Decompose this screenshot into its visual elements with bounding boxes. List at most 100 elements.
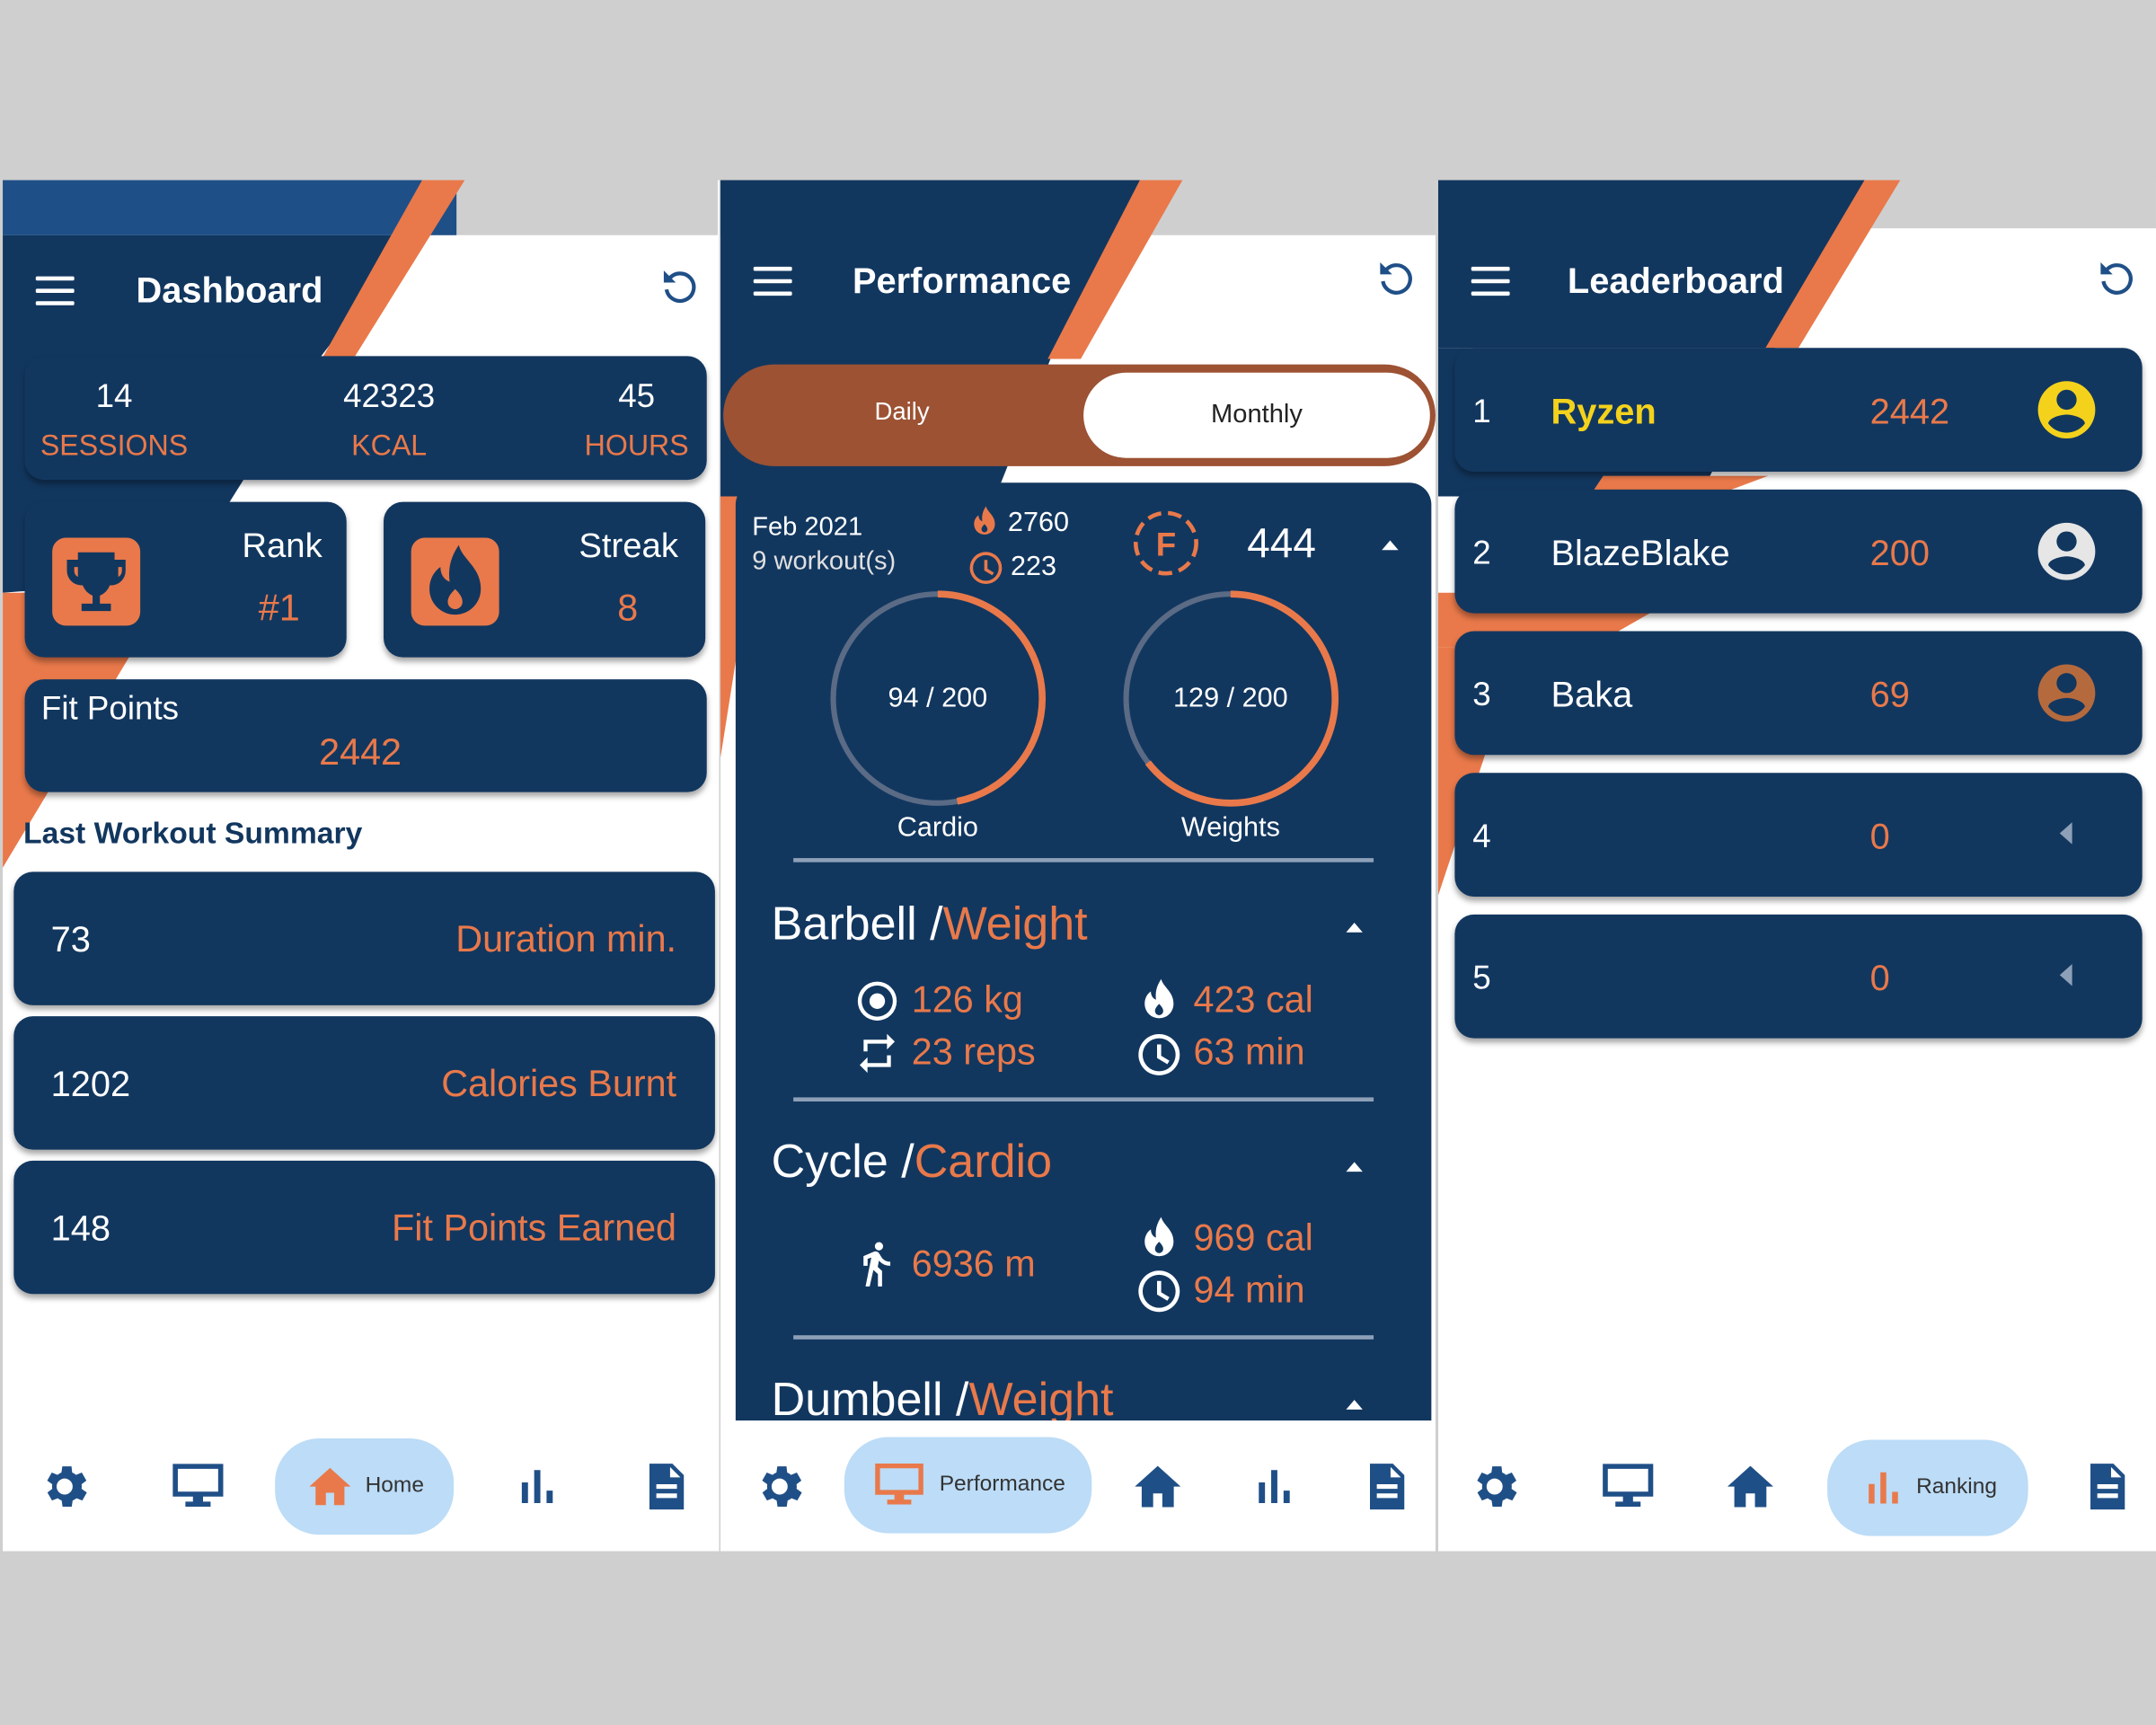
nav-performance[interactable]	[156, 1446, 239, 1528]
collapse-chevron-icon[interactable]	[1346, 1162, 1363, 1172]
nav-log[interactable]	[1356, 1446, 1416, 1528]
row-rank: 1	[1472, 393, 1491, 431]
total-calories: 2760	[1007, 507, 1070, 538]
leaderboard-row-1[interactable]: 1 Ryzen 2442	[1454, 348, 2143, 472]
month-label: Feb 2021	[752, 512, 863, 543]
running-icon	[851, 1239, 900, 1288]
summary-row-calories: 1202 Calories Burnt	[13, 1016, 715, 1150]
clock-icon	[967, 549, 1005, 588]
nav-settings[interactable]	[1463, 1446, 1526, 1528]
cardio-ring-value: 94 / 200	[888, 683, 988, 714]
nav-home-label: Home	[365, 1473, 424, 1498]
sessions-value: 14	[95, 377, 133, 416]
cardio-label: Cardio	[897, 812, 978, 844]
document-icon	[638, 1459, 693, 1514]
collapse-chevron-icon[interactable]	[1382, 540, 1399, 551]
leaderboard-row-4[interactable]: 4 0	[1454, 773, 2143, 897]
barbell-weight: 126 kg	[911, 978, 1023, 1021]
row-points: 200	[1869, 532, 1931, 574]
summary-row-fit-points: 148 Fit Points Earned	[13, 1160, 715, 1295]
cycle-calories: 969 cal	[1193, 1216, 1313, 1259]
clock-icon	[1135, 1030, 1184, 1079]
leaderboard-row-2[interactable]: 2 BlazeBlake 200	[1454, 489, 2143, 614]
avatar-icon	[2032, 659, 2101, 728]
leaderboard-screen: Leaderboard 1 Ryzen 2442 2 BlazeBlake 20…	[1438, 180, 2156, 1552]
hamburger-menu-icon[interactable]	[753, 266, 792, 297]
nav-performance[interactable]	[1586, 1446, 1669, 1528]
gear-icon	[37, 1459, 92, 1514]
row-rank: 3	[1472, 677, 1491, 714]
period-toggle: Daily Monthly	[723, 364, 1436, 466]
rank-card[interactable]: Rank #1	[24, 501, 347, 658]
refresh-icon[interactable]	[2096, 257, 2137, 298]
divider	[793, 858, 1374, 862]
hours-value: 45	[618, 377, 656, 416]
exercise-type: Weight	[942, 898, 1088, 951]
streak-card[interactable]: Streak 8	[384, 501, 706, 658]
barbell-reps: 23 reps	[911, 1031, 1036, 1073]
workout-count: 9 workout(s)	[752, 547, 897, 577]
nav-home[interactable]: Home	[275, 1438, 455, 1535]
row-name: Baka	[1551, 673, 1633, 715]
hamburger-menu-icon[interactable]	[35, 276, 75, 307]
document-icon	[1358, 1459, 1413, 1514]
hamburger-menu-icon[interactable]	[1471, 266, 1510, 297]
leaderboard-row-3[interactable]: 3 Baka 69	[1454, 631, 2143, 756]
fit-points-label: Fit Points	[40, 690, 180, 728]
flame-icon	[411, 537, 499, 626]
total-time: 223	[1010, 551, 1057, 582]
hours-label: HOURS	[584, 430, 689, 463]
exercise-name: Barbell /	[771, 898, 943, 951]
barbell-calories: 423 cal	[1193, 978, 1313, 1021]
gear-icon	[752, 1459, 807, 1514]
row-rank: 5	[1472, 960, 1491, 997]
document-icon	[2079, 1459, 2134, 1514]
divider	[793, 1097, 1374, 1102]
collapse-chevron-icon[interactable]	[1346, 923, 1363, 933]
kcal-value: 42323	[343, 377, 436, 416]
refresh-icon[interactable]	[1375, 257, 1417, 298]
fit-points-logo-icon: F	[1133, 510, 1198, 576]
nav-ranking[interactable]	[1243, 1446, 1303, 1528]
nav-log[interactable]	[635, 1446, 695, 1528]
leaderboard-row-5[interactable]: 5 0	[1454, 914, 2143, 1039]
gear-icon	[1467, 1459, 1522, 1514]
monitor-icon	[1598, 1456, 1658, 1517]
exercise-title-barbell: Barbell /Weight	[772, 898, 1088, 951]
streak-value: 8	[617, 587, 639, 629]
bar-chart-icon	[1859, 1464, 1905, 1511]
flame-icon	[967, 503, 1003, 539]
bar-chart-icon	[511, 1462, 561, 1511]
calories-label: Calories Burnt	[441, 1063, 677, 1105]
nav-performance[interactable]: Performance	[844, 1437, 1092, 1534]
fit-points-earned-label: Fit Points Earned	[392, 1207, 677, 1249]
nav-ranking[interactable]	[506, 1446, 566, 1528]
duration-label: Duration min.	[455, 918, 677, 960]
svg-text:F: F	[1156, 526, 1176, 562]
nav-home[interactable]	[1127, 1446, 1188, 1528]
target-icon	[854, 978, 901, 1024]
collapse-chevron-icon[interactable]	[1346, 1400, 1363, 1410]
fit-points-value: 2442	[319, 731, 402, 774]
nav-settings[interactable]	[31, 1446, 100, 1528]
page-title: Dashboard	[136, 269, 323, 311]
weights-ring-value: 129 / 200	[1173, 683, 1288, 714]
tab-monthly[interactable]: Monthly	[1083, 372, 1430, 458]
performance-panel: Feb 2021 9 workout(s) 2760 223 F 444 94 …	[735, 482, 1432, 1552]
weights-label: Weights	[1180, 812, 1280, 844]
nav-ranking[interactable]: Ranking	[1827, 1439, 2028, 1536]
refresh-icon[interactable]	[658, 265, 700, 306]
barbell-time: 63 min	[1193, 1031, 1305, 1073]
nav-settings[interactable]	[748, 1446, 811, 1528]
nav-home[interactable]	[1719, 1446, 1781, 1528]
nav-log[interactable]	[2076, 1446, 2136, 1528]
home-icon	[305, 1462, 354, 1511]
duration-value: 73	[50, 918, 91, 960]
exercise-type: Cardio	[914, 1136, 1053, 1189]
flame-icon	[1135, 1213, 1184, 1262]
tab-daily[interactable]: Daily	[778, 397, 1026, 426]
app-bar: Dashboard	[3, 181, 719, 359]
cycle-time: 94 min	[1193, 1269, 1305, 1311]
exercise-name: Dumbell /	[771, 1374, 969, 1427]
summary-heading: Last Workout Summary	[23, 815, 363, 850]
